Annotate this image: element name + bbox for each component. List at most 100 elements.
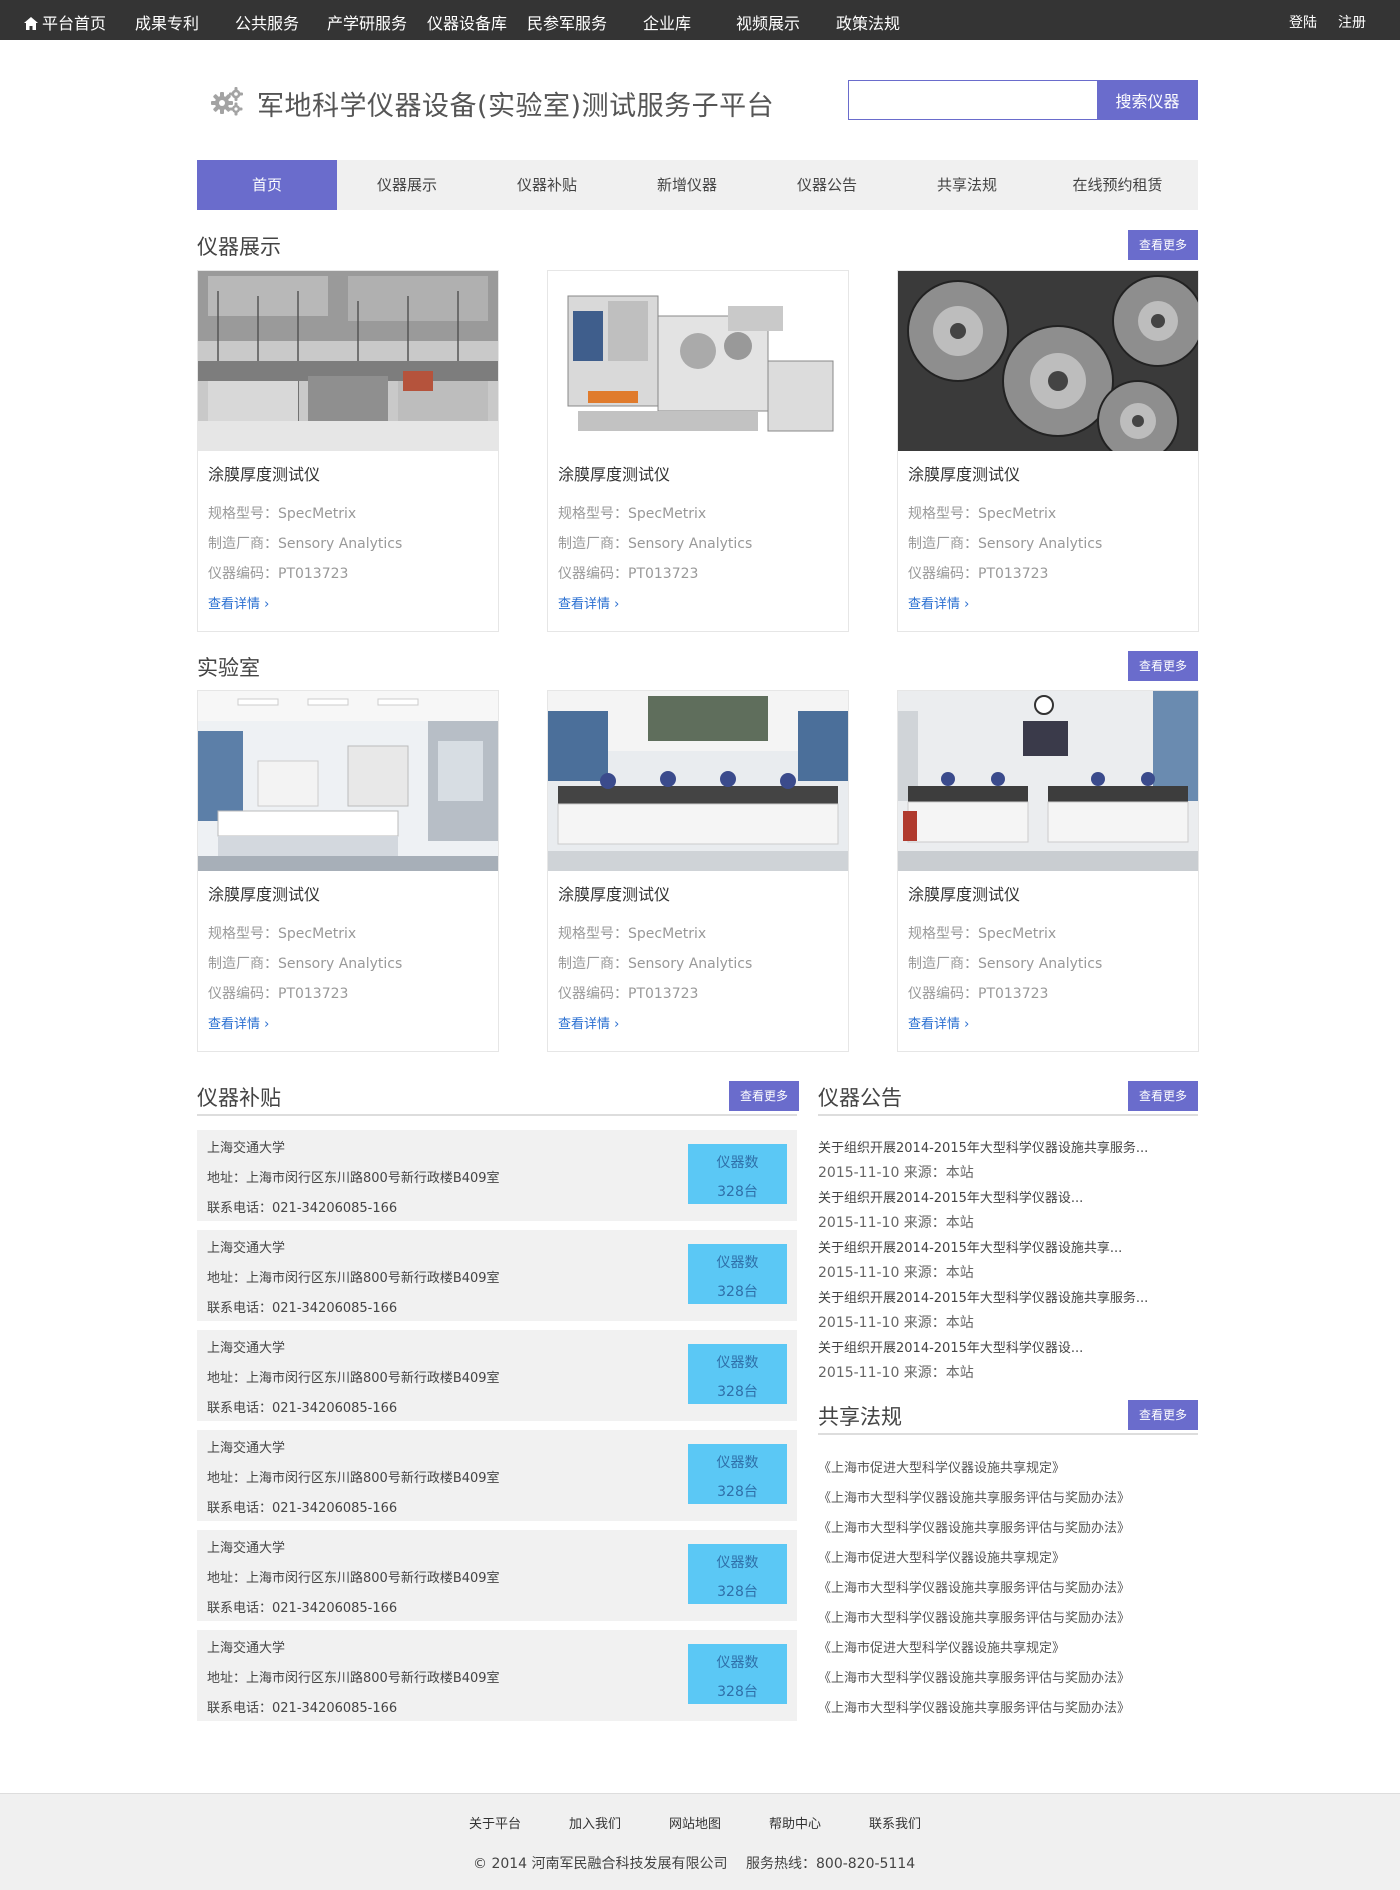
card-detail-link[interactable]: 查看详情 › bbox=[558, 593, 619, 612]
tab-home[interactable]: 首页 bbox=[197, 160, 337, 210]
law-divider bbox=[818, 1433, 1198, 1435]
top-nav-item-video[interactable]: 视频展示 bbox=[736, 10, 800, 34]
subsidy-list-item[interactable]: 上海交通大学 地址：上海市闵行区东川路800号新行政楼B409室 联系电话：02… bbox=[197, 1530, 797, 1621]
footer-link-help[interactable]: 帮助中心 bbox=[769, 1813, 821, 1832]
notice-link[interactable]: 关于组织开展2014-2015年大型科学仪器设施共享服务... bbox=[818, 1287, 1148, 1306]
hotline-text: 服务热线：800-820-5114 bbox=[746, 1856, 916, 1872]
sub-navigation: 首页 仪器展示 仪器补贴 新增仪器 仪器公告 共享法规 在线预约租赁 bbox=[197, 160, 1198, 210]
tab-new-instrument[interactable]: 新增仪器 bbox=[617, 160, 757, 210]
card-model: 规格型号：SpecMetrix bbox=[908, 926, 1057, 942]
site-title: 军地科学仪器设备(实验室)测试服务子平台 bbox=[257, 91, 775, 122]
footer-link-sitemap[interactable]: 网站地图 bbox=[669, 1813, 721, 1832]
lab-more-button[interactable]: 查看更多 bbox=[1128, 651, 1198, 681]
regulation-link[interactable]: 《上海市大型科学仪器设施共享服务评估与奖励办法》 bbox=[818, 1577, 1130, 1596]
card-title: 涂膜厚度测试仪 bbox=[558, 465, 671, 484]
law-more-button[interactable]: 查看更多 bbox=[1128, 1400, 1198, 1430]
tab-instrument-subsidy[interactable]: 仪器补贴 bbox=[477, 160, 617, 210]
search-input[interactable] bbox=[848, 80, 1097, 120]
regulation-link[interactable]: 《上海市大型科学仪器设施共享服务评估与奖励办法》 bbox=[818, 1667, 1130, 1686]
org-name: 上海交通大学 bbox=[207, 1441, 286, 1456]
card-detail-label: 查看详情 bbox=[208, 1017, 261, 1032]
org-name: 上海交通大学 bbox=[207, 1341, 286, 1356]
regulation-link[interactable]: 《上海市促进大型科学仪器设施共享规定》 bbox=[818, 1457, 1065, 1476]
chevron-right-icon: › bbox=[260, 1017, 270, 1032]
subsidy-list-item[interactable]: 上海交通大学 地址：上海市闵行区东川路800号新行政楼B409室 联系电话：02… bbox=[197, 1230, 797, 1321]
chevron-right-icon: › bbox=[960, 1017, 970, 1032]
regulation-link[interactable]: 《上海市大型科学仪器设施共享服务评估与奖励办法》 bbox=[818, 1697, 1130, 1716]
footer-link-join[interactable]: 加入我们 bbox=[569, 1813, 621, 1832]
card-maker: 制造厂商：Sensory Analytics bbox=[908, 536, 1103, 552]
card-detail-link[interactable]: 查看详情 › bbox=[208, 1013, 269, 1032]
chevron-right-icon: › bbox=[960, 597, 970, 612]
copyright-text: © 2014 河南军民融合科技发展有限公司 bbox=[473, 1856, 728, 1872]
card-title: 涂膜厚度测试仪 bbox=[208, 465, 321, 484]
card-detail-link[interactable]: 查看详情 › bbox=[908, 593, 969, 612]
regulation-link[interactable]: 《上海市促进大型科学仪器设施共享规定》 bbox=[818, 1547, 1065, 1566]
regulation-link[interactable]: 《上海市大型科学仪器设施共享服务评估与奖励办法》 bbox=[818, 1517, 1130, 1536]
login-link[interactable]: 登陆 bbox=[1289, 12, 1317, 32]
top-nav-item-public-service[interactable]: 公共服务 bbox=[235, 10, 299, 34]
lab-section-title: 实验室 bbox=[197, 656, 260, 680]
card-detail-link[interactable]: 查看详情 › bbox=[208, 593, 269, 612]
tab-instrument-notice[interactable]: 仪器公告 bbox=[757, 160, 897, 210]
footer-link-contact[interactable]: 联系我们 bbox=[869, 1813, 921, 1832]
subsidy-divider bbox=[197, 1114, 797, 1116]
footer-link-about[interactable]: 关于平台 bbox=[469, 1813, 521, 1832]
microscope-lab-photo bbox=[548, 691, 848, 871]
org-phone: 联系电话：021-34206085-166 bbox=[207, 1301, 398, 1316]
instrument-card[interactable]: 涂膜厚度测试仪 规格型号：SpecMetrix 制造厂商：Sensory Ana… bbox=[197, 270, 499, 632]
notice-link[interactable]: 关于组织开展2014-2015年大型科学仪器设... bbox=[818, 1337, 1083, 1356]
lab-card[interactable]: 涂膜厚度测试仪 规格型号：SpecMetrix 制造厂商：Sensory Ana… bbox=[897, 690, 1199, 1052]
count-value: 328台 bbox=[717, 1384, 758, 1400]
notice-section-title: 仪器公告 bbox=[818, 1086, 902, 1110]
count-value: 328台 bbox=[717, 1284, 758, 1300]
org-address: 地址：上海市闵行区东川路800号新行政楼B409室 bbox=[207, 1471, 500, 1486]
card-code: 仪器编码：PT013723 bbox=[208, 986, 349, 1002]
org-address: 地址：上海市闵行区东川路800号新行政楼B409室 bbox=[207, 1571, 500, 1586]
instrument-card[interactable]: 涂膜厚度测试仪 规格型号：SpecMetrix 制造厂商：Sensory Ana… bbox=[897, 270, 1199, 632]
instrument-count-badge: 仪器数 328台 bbox=[688, 1544, 787, 1604]
subsidy-more-button[interactable]: 查看更多 bbox=[729, 1081, 799, 1111]
top-nav-item-civil-military[interactable]: 民参军服务 bbox=[527, 10, 607, 34]
tab-instrument-display[interactable]: 仪器展示 bbox=[337, 160, 477, 210]
notice-link[interactable]: 关于组织开展2014-2015年大型科学仪器设施共享... bbox=[818, 1237, 1122, 1256]
org-address: 地址：上海市闵行区东川路800号新行政楼B409室 bbox=[207, 1671, 500, 1686]
card-detail-link[interactable]: 查看详情 › bbox=[908, 1013, 969, 1032]
top-nav-item-enterprise[interactable]: 企业库 bbox=[643, 10, 691, 34]
top-nav-item-policy[interactable]: 政策法规 bbox=[836, 10, 900, 34]
search-instrument-button[interactable]: 搜索仪器 bbox=[1097, 80, 1198, 120]
regulation-link[interactable]: 《上海市大型科学仪器设施共享服务评估与奖励办法》 bbox=[818, 1607, 1130, 1626]
top-nav-item-home[interactable]: 平台首页 bbox=[24, 10, 106, 34]
card-code: 仪器编码：PT013723 bbox=[558, 566, 699, 582]
lab-card[interactable]: 涂膜厚度测试仪 规格型号：SpecMetrix 制造厂商：Sensory Ana… bbox=[197, 690, 499, 1052]
instrument-more-button[interactable]: 查看更多 bbox=[1128, 230, 1198, 260]
instrument-count-badge: 仪器数 328台 bbox=[688, 1444, 787, 1504]
notice-more-button[interactable]: 查看更多 bbox=[1128, 1081, 1198, 1111]
notice-link[interactable]: 关于组织开展2014-2015年大型科学仪器设... bbox=[818, 1187, 1083, 1206]
count-label: 仪器数 bbox=[716, 1155, 759, 1171]
subsidy-list-item[interactable]: 上海交通大学 地址：上海市闵行区东川路800号新行政楼B409室 联系电话：02… bbox=[197, 1630, 797, 1721]
card-maker: 制造厂商：Sensory Analytics bbox=[208, 956, 403, 972]
subsidy-list-item[interactable]: 上海交通大学 地址：上海市闵行区东川路800号新行政楼B409室 联系电话：02… bbox=[197, 1130, 797, 1221]
instrument-card[interactable]: 涂膜厚度测试仪 规格型号：SpecMetrix 制造厂商：Sensory Ana… bbox=[547, 270, 849, 632]
top-nav-item-achievements[interactable]: 成果专利 bbox=[135, 10, 199, 34]
subsidy-list-item[interactable]: 上海交通大学 地址：上海市闵行区东川路800号新行政楼B409室 联系电话：02… bbox=[197, 1330, 797, 1421]
card-detail-label: 查看详情 bbox=[908, 1017, 961, 1032]
org-name: 上海交通大学 bbox=[207, 1141, 286, 1156]
regulation-link[interactable]: 《上海市大型科学仪器设施共享服务评估与奖励办法》 bbox=[818, 1487, 1130, 1506]
card-model: 规格型号：SpecMetrix bbox=[208, 926, 357, 942]
card-detail-link[interactable]: 查看详情 › bbox=[558, 1013, 619, 1032]
regulation-link[interactable]: 《上海市促进大型科学仪器设施共享规定》 bbox=[818, 1637, 1065, 1656]
card-detail-label: 查看详情 bbox=[558, 1017, 611, 1032]
top-nav-item-industry-research[interactable]: 产学研服务 bbox=[327, 10, 407, 34]
card-code: 仪器编码：PT013723 bbox=[908, 986, 1049, 1002]
register-link[interactable]: 注册 bbox=[1338, 12, 1366, 32]
notice-link[interactable]: 关于组织开展2014-2015年大型科学仪器设施共享服务... bbox=[818, 1137, 1148, 1156]
instrument-count-badge: 仪器数 328台 bbox=[688, 1244, 787, 1304]
subsidy-list-item[interactable]: 上海交通大学 地址：上海市闵行区东川路800号新行政楼B409室 联系电话：02… bbox=[197, 1430, 797, 1521]
tab-online-rental[interactable]: 在线预约租赁 bbox=[1037, 160, 1198, 210]
chevron-right-icon: › bbox=[610, 597, 620, 612]
tab-sharing-regulations[interactable]: 共享法规 bbox=[897, 160, 1037, 210]
top-nav-item-equipment-library[interactable]: 仪器设备库 bbox=[427, 10, 507, 34]
lab-card[interactable]: 涂膜厚度测试仪 规格型号：SpecMetrix 制造厂商：Sensory Ana… bbox=[547, 690, 849, 1052]
